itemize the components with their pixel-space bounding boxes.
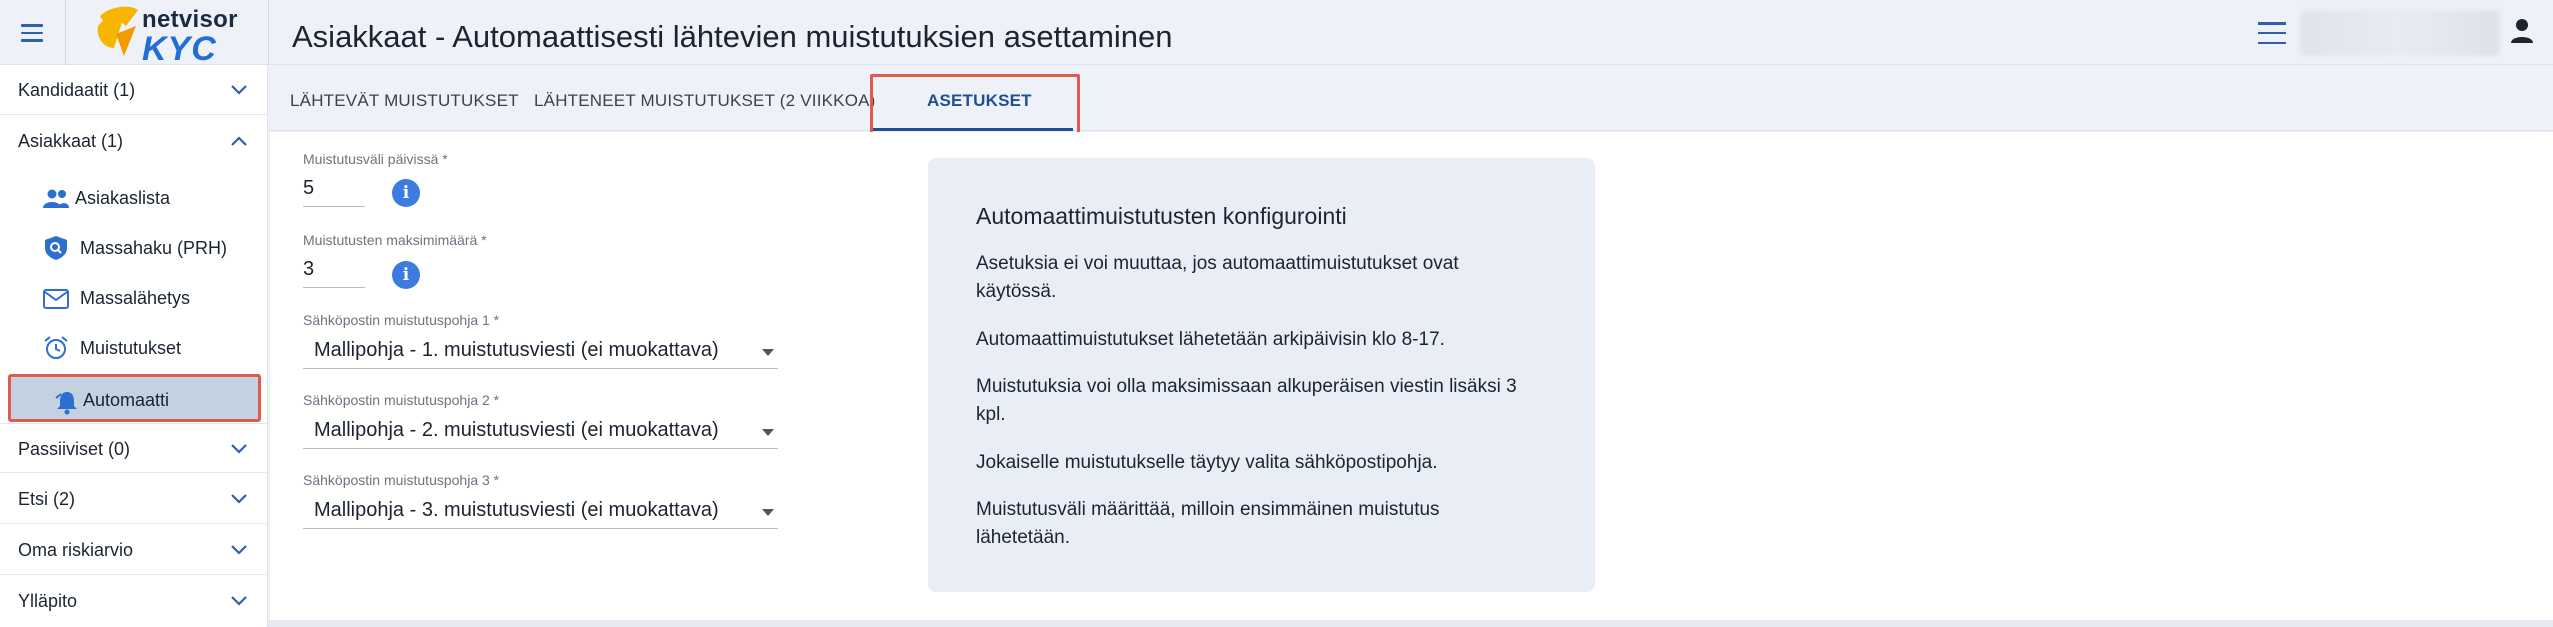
list-menu-icon[interactable] — [2258, 22, 2286, 44]
max-reminders-input[interactable]: 3 — [303, 258, 314, 281]
template3-label: Sähköpostin muistutuspohja 3 * — [303, 472, 500, 488]
sidebar-group-label: Ylläpito — [18, 591, 78, 611]
interval-underline — [303, 206, 365, 207]
interval-label: Muistutusväli päivissä * — [303, 151, 448, 167]
info-paragraph: Muistutuksia voi olla maksimissaan alkup… — [976, 376, 1517, 425]
chevron-down-icon — [231, 444, 247, 454]
sidebar-group-customers[interactable]: Asiakkaat (1) — [0, 116, 268, 166]
top-bar: netvisor KYC Asiakkaat - Automaattisesti… — [0, 0, 2553, 68]
sidebar-item-mass-search[interactable]: Massahaku (PRH) — [0, 223, 268, 273]
info-paragraph: Jokaiselle muistutukselle täytyy valita … — [976, 452, 1438, 473]
info-card-title: Automaattimuistutusten konfigurointi — [976, 203, 1347, 229]
hamburger-menu-icon[interactable] — [14, 18, 50, 48]
sidebar-item-label: Massahaku (PRH) — [80, 238, 228, 258]
template2-label: Sähköpostin muistutuspohja 2 * — [303, 392, 500, 408]
sidebar-group-label: Asiakkaat (1) — [18, 131, 124, 151]
sidebar-item-label: Automaatti — [83, 390, 170, 410]
logo-mark-icon — [97, 6, 138, 56]
bottom-strip — [268, 620, 2553, 627]
sidebar-group-search[interactable]: Etsi (2) — [0, 474, 268, 524]
template1-select[interactable]: Mallipohja - 1. muistutusviesti (ei muok… — [314, 339, 719, 362]
dropdown-arrow-icon[interactable] — [762, 509, 774, 516]
info-paragraph: Automaattimuistutukset lähetetään arkipä… — [976, 329, 1445, 350]
info-icon[interactable]: i — [392, 261, 420, 289]
chevron-down-icon — [231, 545, 247, 555]
shield-search-icon — [45, 236, 67, 260]
sidebar-group-label: Passiiviset (0) — [18, 439, 131, 459]
chevron-down-icon — [231, 596, 247, 606]
tab-sent-reminders[interactable]: LÄHTENEET MUISTUTUKSET (2 VIIKKOA) — [534, 91, 876, 111]
sidebar-item-automation[interactable]: Automaatti — [8, 374, 261, 422]
sidebar-item-reminders[interactable]: Muistutukset — [0, 323, 268, 373]
people-icon — [43, 189, 69, 208]
interval-input[interactable]: 5 — [303, 177, 314, 200]
template1-underline — [303, 368, 778, 369]
mail-icon — [43, 289, 69, 309]
tab-outgoing-reminders[interactable]: LÄHTEVÄT MUISTUTUKSET — [290, 91, 519, 111]
sidebar-item-label: Massalähetys — [80, 288, 191, 308]
sidebar-group-candidates[interactable]: Kandidaatit (1) — [0, 65, 268, 115]
tab-settings-underline — [873, 128, 1073, 131]
alarm-clock-icon — [44, 336, 68, 359]
info-paragraph: Asetuksia ei voi muuttaa, jos automaatti… — [976, 253, 1459, 302]
tab-bar: LÄHTEVÄT MUISTUTUKSET LÄHTENEET MUISTUTU… — [268, 65, 2553, 131]
page-title: Asiakkaat - Automaattisesti lähtevien mu… — [292, 19, 1173, 54]
sidebar-item-label: Muistutukset — [80, 338, 182, 358]
netvisor-kyc-logo[interactable]: netvisor KYC — [92, 4, 252, 68]
info-icon[interactable]: i — [392, 179, 420, 207]
sidebar-group-label: Kandidaatit (1) — [18, 80, 136, 100]
divider — [65, 0, 66, 65]
dropdown-arrow-icon[interactable] — [762, 429, 774, 436]
chevron-down-icon — [231, 494, 247, 504]
sidebar-group-own-risk[interactable]: Oma riskiarvio — [0, 525, 268, 575]
template2-underline — [303, 448, 778, 449]
sidebar-item-label: Asiakaslista — [75, 188, 171, 208]
sidebar-group-admin[interactable]: Ylläpito — [0, 576, 268, 626]
template3-select[interactable]: Mallipohja - 3. muistutusviesti (ei muok… — [314, 499, 719, 522]
sidebar-group-passive[interactable]: Passiiviset (0) — [0, 423, 268, 473]
user-name-blurred[interactable] — [2300, 10, 2500, 56]
sidebar-item-mass-send[interactable]: Massalähetys — [0, 273, 268, 323]
info-card: Automaattimuistutusten konfigurointi Ase… — [928, 158, 1595, 592]
logo-text-kyc: KYC — [142, 30, 217, 68]
template2-select[interactable]: Mallipohja - 2. muistutusviesti (ei muok… — [314, 419, 719, 442]
divider — [268, 0, 269, 65]
max-reminders-label: Muistutusten maksimimäärä * — [303, 232, 487, 248]
sidebar-item-customer-list[interactable]: Asiakaslista — [0, 173, 268, 223]
user-account-icon[interactable] — [2508, 16, 2536, 46]
dropdown-arrow-icon[interactable] — [762, 349, 774, 356]
sidebar-group-label: Etsi (2) — [18, 489, 76, 509]
info-paragraph: Muistutusväli määrittää, milloin ensimmä… — [976, 499, 1440, 548]
template3-underline — [303, 528, 778, 529]
template1-label: Sähköpostin muistutuspohja 1 * — [303, 312, 500, 328]
max-reminders-underline — [303, 287, 365, 288]
chevron-up-icon — [231, 136, 247, 146]
sidebar: Kandidaatit (1) Asiakkaat (1) Asiakaslis… — [0, 65, 268, 627]
robot-bell-icon — [55, 392, 77, 415]
sidebar-group-label: Oma riskiarvio — [18, 540, 134, 560]
chevron-down-icon — [231, 85, 247, 95]
